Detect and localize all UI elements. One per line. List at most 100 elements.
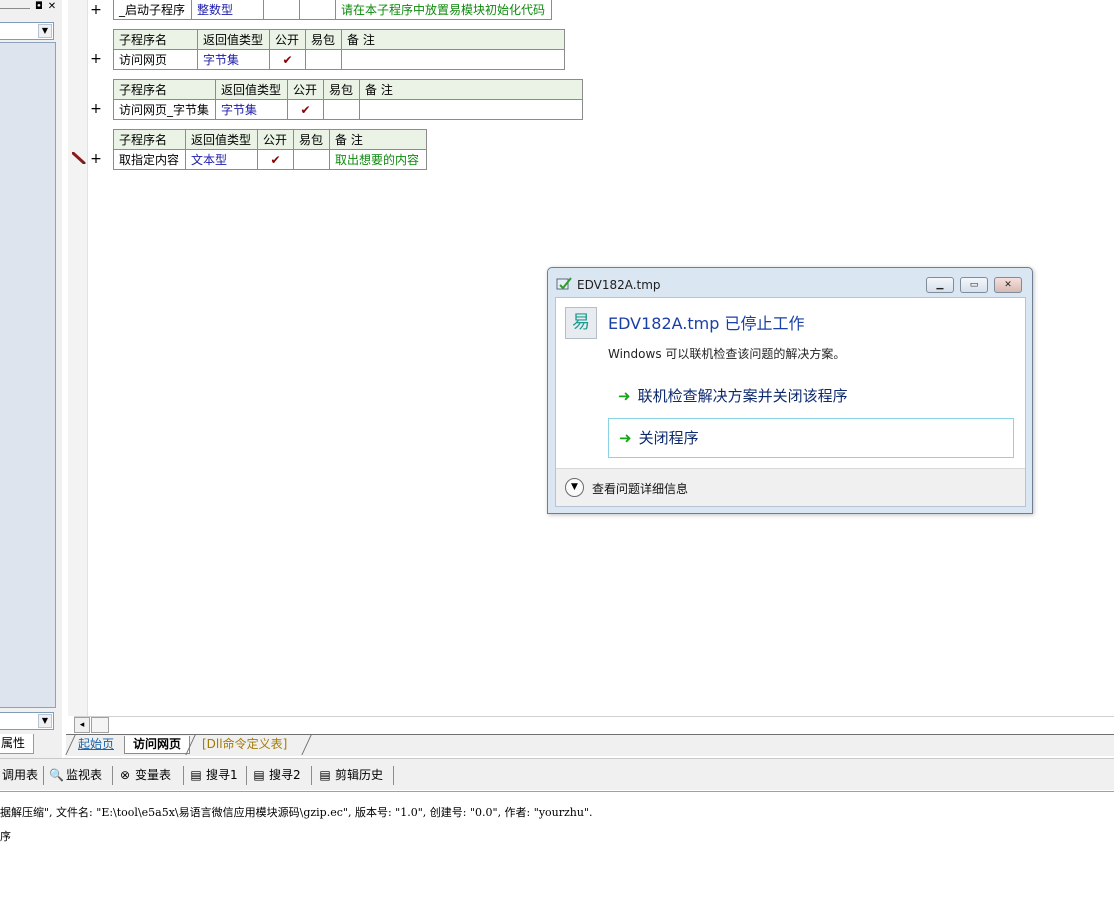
crash-dialog: EDV182A.tmp ▁ ▭ ✕ 易 EDV182A.tmp 已停止工作 Wi…	[547, 267, 1033, 514]
table-row[interactable]: _启动子程序 整数型 请在本子程序中放置易模块初始化代码	[113, 0, 552, 20]
subroutine-table: 子程序名 返回值类型 公开 易包 备 注 访问网页 字节集 ✔	[113, 29, 565, 70]
table-row[interactable]: 取指定内容 文本型 ✔ 取出想要的内容	[113, 149, 427, 170]
column-header: 易包	[323, 79, 360, 100]
subroutine-name-cell[interactable]: _启动子程序	[113, 0, 192, 20]
glasses-icon: ⊗	[119, 768, 131, 782]
tab-properties[interactable]: 属性	[0, 734, 34, 754]
output-panel[interactable]: 据解压缩", 文件名: "E:\tool\e5a5x\易语言微信应用模块源码\g…	[0, 791, 1114, 915]
search1-button[interactable]: ▤ 搜寻1	[189, 767, 238, 785]
arrow-right-icon: ➜	[618, 387, 631, 405]
column-header: 备 注	[359, 79, 583, 100]
subroutine-name-cell[interactable]: 访问网页_字节集	[113, 99, 216, 120]
table-row[interactable]: 访问网页 字节集 ✔	[113, 49, 565, 70]
subroutine-name-cell[interactable]: 取指定内容	[113, 149, 186, 170]
table-header-row: 子程序名 返回值类型 公开 易包 备 注	[113, 129, 427, 150]
clip-history-label: 剪辑历史	[335, 768, 384, 782]
close-program-label: 关闭程序	[638, 429, 699, 447]
clip-history-button[interactable]: ▤ 剪辑历史	[318, 767, 383, 785]
public-check-icon[interactable]: ✔	[257, 149, 294, 170]
subroutine-table: _启动子程序 整数型 请在本子程序中放置易模块初始化代码	[113, 0, 552, 20]
variable-table-button[interactable]: ⊗ 变量表	[118, 767, 171, 785]
column-header: 备 注	[341, 29, 565, 50]
package-cell[interactable]	[323, 99, 360, 120]
expand-plus-icon[interactable]: +	[90, 102, 102, 116]
output-line: 序	[0, 830, 11, 843]
subroutine-table: 子程序名 返回值类型 公开 易包 备 注 取指定内容 文本型 ✔ 取出想要的内容	[113, 129, 427, 170]
search2-button[interactable]: ▤ 搜寻2	[252, 767, 301, 785]
clipboard-icon: ▤	[319, 768, 331, 782]
return-type-cell[interactable]: 字节集	[215, 99, 288, 120]
note-cell[interactable]: 取出想要的内容	[329, 149, 427, 170]
arrow-right-icon: ➜	[619, 429, 632, 447]
package-cell[interactable]	[293, 149, 330, 170]
table-header-row: 子程序名 返回值类型 公开 易包 备 注	[113, 79, 583, 100]
return-type-cell[interactable]: 文本型	[185, 149, 258, 170]
check-online-button[interactable]: ➜ 联机检查解决方案并关闭该程序	[608, 377, 1014, 417]
pin-icon[interactable]: ◘	[33, 1, 45, 13]
call-table-button[interactable]: 调用表	[2, 767, 38, 785]
view-details-link[interactable]: 查看问题详细信息	[592, 480, 688, 497]
column-header: 公开	[269, 29, 306, 50]
note-cell[interactable]	[341, 49, 565, 70]
search1-label: 搜寻1	[206, 768, 238, 782]
search2-label: 搜寻2	[269, 768, 301, 782]
search-icon: 🔍	[49, 768, 64, 782]
public-check-icon[interactable]: ✔	[269, 49, 306, 70]
column-header: 子程序名	[113, 129, 186, 150]
monitor-table-label: 监视表	[66, 768, 103, 782]
expand-plus-icon[interactable]: +	[90, 52, 102, 66]
tab-visit-webpage[interactable]: 访问网页	[124, 736, 191, 754]
toolbar-divider	[43, 766, 44, 785]
chevron-down-icon[interactable]: ▼	[38, 714, 52, 728]
chevron-down-icon[interactable]: ▼	[565, 478, 584, 497]
public-cell[interactable]	[263, 0, 300, 20]
close-program-button[interactable]: ➜ 关闭程序	[608, 418, 1014, 458]
toolbar-divider	[311, 766, 312, 785]
return-type-cell[interactable]: 字节集	[197, 49, 270, 70]
left-panel-bottom-combo[interactable]: ▼	[0, 712, 54, 730]
check-online-label: 联机检查解决方案并关闭该程序	[637, 387, 848, 405]
left-panel: ◘ ✕ ▼ ▼ 属性	[0, 0, 62, 758]
tab-start-page[interactable]: 起始页	[70, 736, 122, 754]
search-document-icon: ▤	[253, 768, 265, 782]
expand-plus-icon[interactable]: +	[90, 3, 102, 17]
column-header: 返回值类型	[185, 129, 258, 150]
variable-table-label: 变量表	[135, 768, 172, 782]
column-header: 返回值类型	[215, 79, 288, 100]
dialog-heading: EDV182A.tmp 已停止工作	[608, 314, 805, 333]
editor-tabs: 起始页 访问网页 [Dll命令定义表]	[65, 734, 1114, 756]
maximize-button[interactable]: ▭	[960, 277, 988, 293]
scroll-thumb[interactable]	[91, 717, 109, 733]
column-header: 子程序名	[113, 29, 198, 50]
dialog-body: 易 EDV182A.tmp 已停止工作 Windows 可以联机检查该问题的解决…	[555, 297, 1026, 507]
left-panel-combo[interactable]: ▼	[0, 22, 54, 40]
editor-gutter	[68, 0, 88, 716]
scroll-left-icon[interactable]: ◂	[74, 717, 90, 733]
column-header: 公开	[257, 129, 294, 150]
note-cell[interactable]: 请在本子程序中放置易模块初始化代码	[335, 0, 552, 20]
output-line: 据解压缩", 文件名: "E:\tool\e5a5x\易语言微信应用模块源码\g…	[0, 806, 593, 819]
expand-plus-icon[interactable]: +	[90, 152, 102, 166]
table-row[interactable]: 访问网页_字节集 字节集 ✔	[113, 99, 583, 120]
tab-divider	[301, 735, 312, 755]
note-cell[interactable]	[359, 99, 583, 120]
toolbar-divider	[246, 766, 247, 785]
close-button[interactable]: ✕	[994, 277, 1022, 293]
minimize-button[interactable]: ▁	[926, 277, 954, 293]
dialog-description: Windows 可以联机检查该问题的解决方案。	[608, 347, 846, 361]
package-cell[interactable]	[299, 0, 336, 20]
subroutine-name-cell[interactable]: 访问网页	[113, 49, 198, 70]
package-cell[interactable]	[305, 49, 342, 70]
public-check-icon[interactable]: ✔	[287, 99, 324, 120]
monitor-table-button[interactable]: 🔍 监视表	[49, 767, 102, 785]
chevron-down-icon[interactable]: ▼	[38, 24, 52, 38]
return-type-cell[interactable]: 整数型	[191, 0, 264, 20]
column-header: 易包	[293, 129, 330, 150]
left-panel-list[interactable]	[0, 42, 56, 708]
column-header: 子程序名	[113, 79, 216, 100]
close-icon[interactable]: ✕	[46, 1, 58, 13]
tab-dll-commands[interactable]: [Dll命令定义表]	[194, 736, 295, 754]
horizontal-scrollbar[interactable]: ◂	[74, 716, 1114, 733]
left-panel-divider	[0, 8, 30, 9]
search-document-icon: ▤	[190, 768, 202, 782]
